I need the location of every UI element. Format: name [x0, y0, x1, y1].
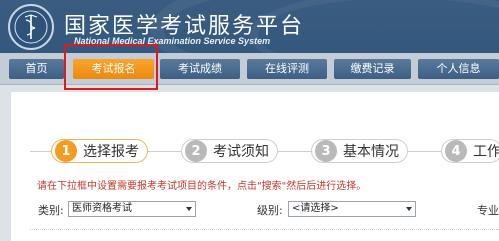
level-label: 级别:: [257, 204, 283, 217]
category-select[interactable]: 医师资格考试: [68, 201, 196, 217]
section-divider: [30, 229, 499, 230]
caduceus-seal-icon: [8, 4, 54, 50]
nav-item-personal-info[interactable]: 个人信息: [418, 59, 499, 79]
main-content: [11, 92, 499, 241]
step-number: 4: [445, 140, 467, 162]
level-select[interactable]: <请选择>: [288, 201, 416, 217]
step-number: 1: [55, 140, 77, 162]
major-label: 专业: [477, 204, 499, 217]
level-select-value: <请选择>: [292, 203, 339, 214]
chevron-down-icon: [406, 207, 412, 211]
nav-item-home[interactable]: 首页: [9, 59, 64, 79]
step-label: 基本情况: [343, 144, 399, 160]
step-label: 工作: [473, 144, 499, 160]
nav-item-exam-results[interactable]: 考试成绩: [160, 59, 240, 79]
step-number: 3: [315, 140, 337, 162]
step-select-exam[interactable]: 1 选择报考: [51, 139, 148, 163]
chevron-down-icon: [186, 207, 192, 211]
category-select-value: 医师资格考试: [72, 203, 132, 214]
nav-item-online-assessment[interactable]: 在线评测: [247, 59, 327, 79]
step-basic-info[interactable]: 3 基本情况: [311, 139, 408, 163]
step-number: 2: [185, 140, 207, 162]
step-label: 选择报考: [83, 144, 139, 160]
step-pill: 3 基本情况: [311, 139, 408, 163]
step-exam-notice[interactable]: 2 考试须知: [181, 139, 278, 163]
nav-item-payment-records[interactable]: 缴费记录: [334, 59, 411, 79]
step-pill: 4 工作: [441, 139, 499, 163]
highlight-annotation: [64, 44, 158, 90]
step-work[interactable]: 4 工作: [441, 139, 499, 163]
instruction-notice: 请在下拉框中设置需要报考考试项目的条件，点击"搜索"然后后进行选择。: [37, 181, 367, 192]
step-label: 考试须知: [213, 144, 269, 160]
step-pill: 2 考试须知: [181, 139, 278, 163]
step-pill: 1 选择报考: [51, 139, 148, 163]
category-label: 类别:: [38, 204, 64, 217]
